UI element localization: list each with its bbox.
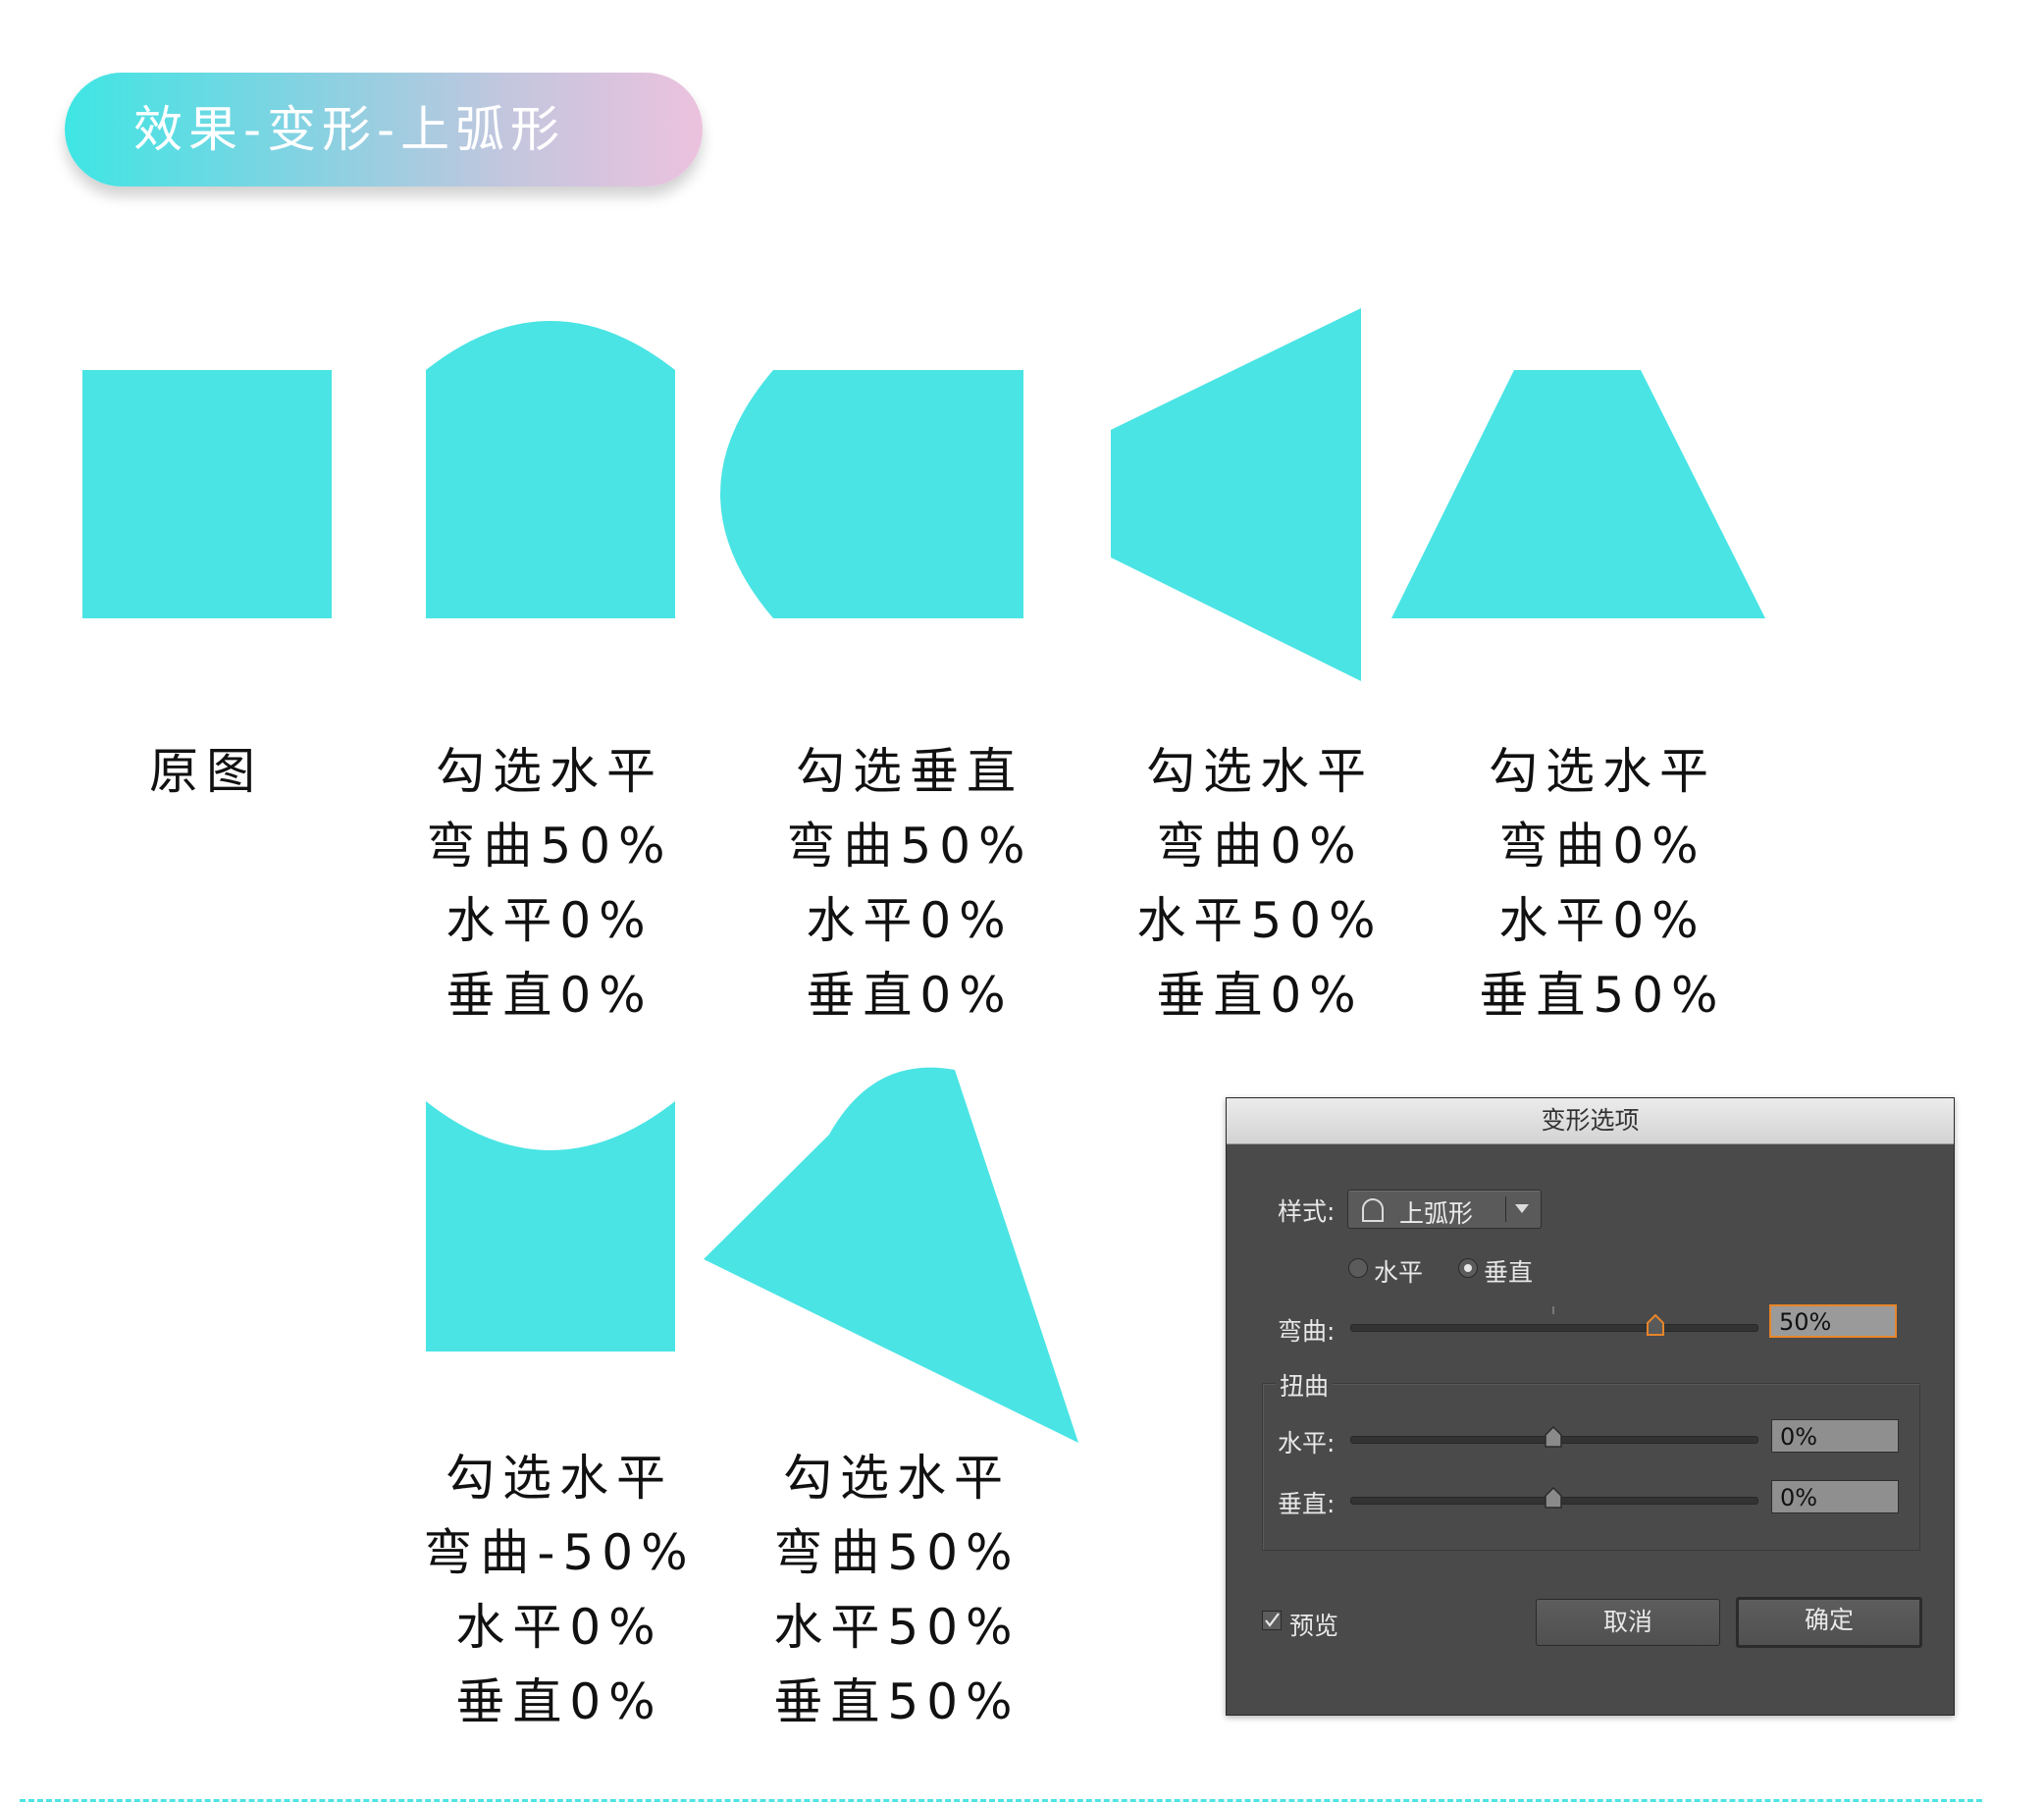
bend-label: 弯曲: (1278, 1317, 1336, 1346)
shape-arc-combined (704, 1067, 1078, 1443)
chevron-down-icon (1515, 1204, 1529, 1213)
caption-arc-horizontal-neg50: 勾选水平 弯曲-50% 水平0% 垂直0% (423, 1450, 696, 1730)
shape-arc-horizontal-50 (426, 321, 675, 618)
vertical-slider-thumb[interactable] (1544, 1487, 1563, 1509)
shape-vertical-distort-50 (1391, 370, 1765, 618)
radio-vertical[interactable] (1458, 1258, 1478, 1278)
shape-arc-vertical-50 (720, 370, 1023, 618)
bend-slider-thumb[interactable] (1646, 1314, 1665, 1336)
distortion-group-label: 扭曲 (1276, 1367, 1334, 1403)
style-select-value: 上弧形 (1399, 1199, 1474, 1228)
shape-horizontal-distort-50 (1111, 308, 1361, 681)
shape-original (82, 370, 332, 618)
preview-checkbox[interactable] (1262, 1611, 1282, 1630)
caption-horizontal-distort-50: 勾选水平 弯曲0% 水平50% 垂直0% (1136, 743, 1384, 1024)
ok-button[interactable]: 确定 (1736, 1597, 1922, 1648)
arc-upper-icon (1362, 1198, 1384, 1222)
dialog-title: 变形选项 (1227, 1098, 1954, 1144)
horizontal-slider-thumb[interactable] (1544, 1426, 1563, 1448)
style-select[interactable]: 上弧形 (1347, 1190, 1542, 1229)
horizontal-label: 水平: (1278, 1429, 1336, 1458)
preview-label[interactable]: 预览 (1289, 1607, 1338, 1642)
caption-arc-horizontal-50: 勾选水平 弯曲50% 水平0% 垂直0% (426, 743, 673, 1024)
vertical-label: 垂直: (1278, 1490, 1336, 1518)
horizontal-value-field[interactable]: 0% (1771, 1419, 1899, 1453)
caption-arc-vertical-50: 勾选垂直 弯曲50% 水平0% 垂直0% (786, 743, 1033, 1024)
cancel-button[interactable]: 取消 (1536, 1599, 1720, 1646)
checkmark-icon (1265, 1613, 1280, 1627)
radio-horizontal-label[interactable]: 水平 (1374, 1253, 1423, 1289)
distortion-group (1262, 1383, 1920, 1551)
bend-value-field[interactable]: 50% (1769, 1304, 1897, 1338)
style-label: 样式: (1278, 1197, 1336, 1226)
vertical-value-field[interactable]: 0% (1771, 1480, 1899, 1513)
caption-vertical-distort-50: 勾选水平 弯曲0% 水平0% 垂直50% (1479, 743, 1726, 1024)
shape-arc-horizontal-neg50 (426, 1101, 675, 1352)
radio-vertical-label[interactable]: 垂直 (1484, 1253, 1533, 1289)
warp-options-dialog: 变形选项 样式: 上弧形 水平 垂直 弯曲: 50% 扭曲 水平: 0% 垂直:… (1226, 1097, 1955, 1716)
caption-original: 原图 (149, 743, 263, 800)
bend-slider-center-tick (1552, 1306, 1554, 1314)
caption-arc-combined: 勾选水平 弯曲50% 水平50% 垂直50% (773, 1450, 1021, 1730)
bend-slider[interactable] (1350, 1324, 1758, 1332)
radio-horizontal[interactable] (1348, 1258, 1368, 1278)
